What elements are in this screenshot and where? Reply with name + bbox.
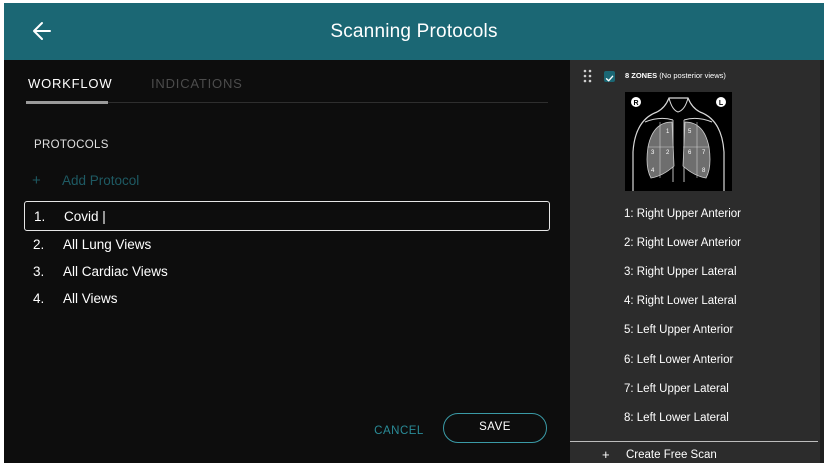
zones-title: 8 ZONES (No posterior views) — [625, 71, 726, 80]
protocol-label: All Lung Views — [63, 237, 152, 252]
zones-scrollbar[interactable] — [820, 60, 824, 463]
zone-item: 1: Right Upper Anterior — [624, 208, 741, 220]
protocol-label: All Views — [63, 291, 118, 306]
app-window: Scanning Protocols WORKFLOW INDICATIONS … — [4, 3, 824, 463]
active-tab-indicator — [26, 101, 108, 104]
drag-handle-icon[interactable] — [583, 69, 593, 83]
zone-item: 4: Right Lower Lateral — [624, 295, 737, 307]
add-protocol-label: Add Protocol — [62, 173, 140, 188]
zones-checkbox[interactable] — [604, 71, 615, 82]
zone-item: 2: Right Lower Anterior — [624, 237, 741, 249]
create-free-scan-label: Create Free Scan — [626, 449, 717, 461]
zones-note: (No posterior views) — [659, 71, 726, 80]
panel-divider — [570, 441, 818, 442]
cancel-button[interactable]: CANCEL — [362, 417, 436, 445]
zones-panel: 8 ZONES (No posterior views) R L 1 2 3 4 — [570, 60, 824, 463]
protocol-item-all-views[interactable]: 4. All Views — [24, 288, 550, 312]
lung-zone-diagram: R L 1 2 3 4 5 6 7 8 — [625, 92, 732, 191]
zone-item: 8: Left Lower Lateral — [624, 412, 729, 424]
protocol-input-value: Covid | — [64, 209, 106, 224]
zone-item: 7: Left Upper Lateral — [624, 383, 729, 395]
protocol-number: 2. — [33, 237, 45, 252]
protocol-number: 4. — [33, 291, 45, 306]
protocol-name-input[interactable]: 1. Covid | — [24, 201, 550, 231]
checkmark-icon — [605, 75, 614, 82]
tab-indications[interactable]: INDICATIONS — [151, 76, 243, 91]
protocol-item-all-lung-views[interactable]: 2. All Lung Views — [24, 234, 550, 258]
protocol-label: All Cardiac Views — [63, 264, 168, 279]
zone-item: 5: Left Upper Anterior — [624, 324, 734, 336]
plus-icon: + — [32, 172, 41, 189]
zone-item: 6: Left Lower Anterior — [624, 354, 734, 366]
protocols-section-label: PROTOCOLS — [34, 139, 109, 151]
tab-bar: WORKFLOW INDICATIONS — [26, 72, 548, 104]
svg-text:R: R — [633, 100, 638, 107]
plus-icon: + — [602, 447, 610, 462]
protocol-number: 1. — [34, 209, 46, 224]
protocol-editor-panel: WORKFLOW INDICATIONS PROTOCOLS + Add Pro… — [4, 60, 570, 463]
page-title: Scanning Protocols — [330, 21, 498, 42]
zones-count: 8 ZONES — [625, 71, 658, 80]
protocol-number: 3. — [33, 264, 45, 279]
tab-workflow[interactable]: WORKFLOW — [28, 76, 112, 91]
svg-text:L: L — [719, 100, 724, 107]
header-bar: Scanning Protocols — [4, 3, 824, 60]
zone-item: 3: Right Upper Lateral — [624, 266, 737, 278]
save-button[interactable]: SAVE — [443, 413, 547, 443]
protocol-item-all-cardiac-views[interactable]: 3. All Cardiac Views — [24, 261, 550, 285]
